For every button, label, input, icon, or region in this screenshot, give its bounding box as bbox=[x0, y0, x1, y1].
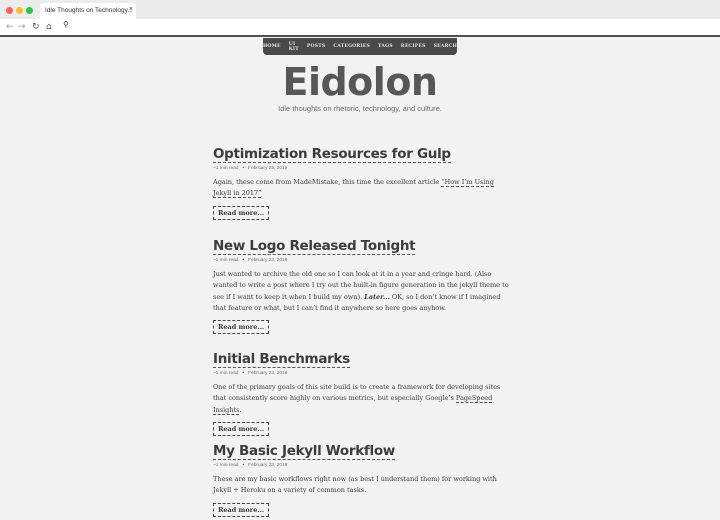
close-window-button[interactable] bbox=[6, 7, 13, 14]
post-item: Optimization Resources for Gulp ~1 min r… bbox=[213, 143, 513, 220]
home-icon[interactable]: ⌂ bbox=[46, 20, 52, 34]
post-item: New Logo Released Tonight ~1 min read • Fe… bbox=[213, 235, 513, 335]
post-title[interactable]: Optimization Resources for Gulp bbox=[213, 146, 451, 163]
read-time: ~1 min read bbox=[213, 258, 239, 263]
excerpt-emphasis: Later... bbox=[364, 292, 390, 301]
post-date: February 23, 2018 bbox=[248, 371, 288, 376]
tab-close-icon[interactable]: × bbox=[129, 6, 133, 13]
read-time: ~1 min read bbox=[213, 371, 239, 376]
reload-icon[interactable]: ↻ bbox=[32, 20, 40, 34]
post-excerpt: One of the primary goals of this site bu… bbox=[213, 382, 513, 416]
read-time: ~1 min read bbox=[213, 463, 239, 468]
post-date: February 23, 2018 bbox=[248, 463, 288, 468]
nav-home[interactable]: HOME bbox=[263, 44, 281, 49]
nav-recipes[interactable]: RECIPES bbox=[401, 44, 426, 49]
read-more-button[interactable]: Read more... bbox=[213, 421, 270, 436]
post-meta: ~1 min read • February 23, 2018 bbox=[213, 258, 513, 263]
post-date: February 25, 2018 bbox=[248, 166, 288, 171]
site-logo[interactable]: Eidolon bbox=[0, 60, 720, 104]
post-item: My Basic Jekyll Workflow ~1 min read • Feb… bbox=[213, 440, 513, 517]
minimize-window-button[interactable] bbox=[16, 7, 23, 14]
read-more-button[interactable]: Read more... bbox=[213, 502, 270, 517]
site-nav: HOME UI KIT POSTS CATEGORIES TAGS RECIPE… bbox=[263, 38, 457, 55]
meta-separator: • bbox=[242, 166, 245, 171]
nav-ui-kit[interactable]: UI KIT bbox=[289, 42, 299, 52]
post-meta: ~1 min read • February 23, 2018 bbox=[213, 463, 513, 468]
post-meta: ~1 min read • February 25, 2018 bbox=[213, 166, 513, 171]
nav-search[interactable]: SEARCH bbox=[434, 44, 457, 49]
post-title[interactable]: New Logo Released Tonight bbox=[213, 238, 416, 255]
nav-posts[interactable]: POSTS bbox=[307, 44, 326, 49]
site-tagline: Idle thoughts on rhetoric, technology, a… bbox=[278, 104, 442, 113]
post-item: Initial Benchmarks ~1 min read • February … bbox=[213, 348, 513, 436]
read-time: ~1 min read bbox=[213, 166, 239, 171]
excerpt-text: . bbox=[239, 405, 242, 414]
forward-arrow-icon[interactable]: → bbox=[18, 20, 26, 34]
post-title[interactable]: My Basic Jekyll Workflow bbox=[213, 443, 395, 460]
address-bar[interactable]: ⚲ bbox=[60, 20, 660, 33]
search-icon: ⚲ bbox=[63, 20, 69, 29]
excerpt-text: Again, these come from MadeMistake, this… bbox=[213, 178, 442, 186]
meta-separator: • bbox=[242, 463, 245, 468]
browser-toolbar: ← → ↻ ⌂ ⚲ bbox=[0, 19, 720, 35]
tab-title: Idle Thoughts on Technology... bbox=[45, 7, 133, 14]
post-excerpt: Just wanted to archive the old one so I … bbox=[213, 269, 513, 314]
browser-chrome: Idle Thoughts on Technology... × ← → ↻ ⌂… bbox=[0, 0, 720, 37]
post-meta: ~1 min read • February 23, 2018 bbox=[213, 371, 513, 376]
read-more-button[interactable]: Read more... bbox=[213, 205, 270, 220]
post-date: February 23, 2018 bbox=[248, 258, 288, 263]
meta-separator: • bbox=[242, 371, 245, 376]
post-excerpt: Again, these come from MadeMistake, this… bbox=[213, 177, 513, 200]
back-arrow-icon[interactable]: ← bbox=[6, 20, 14, 34]
nav-categories[interactable]: CATEGORIES bbox=[333, 44, 370, 49]
maximize-window-button[interactable] bbox=[26, 7, 33, 14]
nav-tags[interactable]: TAGS bbox=[378, 44, 393, 49]
excerpt-text: These are my basic workflows right now (… bbox=[213, 475, 497, 495]
post-title[interactable]: Initial Benchmarks bbox=[213, 351, 350, 368]
post-excerpt: These are my basic workflows right now (… bbox=[213, 474, 513, 497]
browser-tab[interactable]: Idle Thoughts on Technology... × bbox=[40, 3, 136, 19]
read-more-button[interactable]: Read more... bbox=[213, 320, 270, 335]
meta-separator: • bbox=[242, 258, 245, 263]
